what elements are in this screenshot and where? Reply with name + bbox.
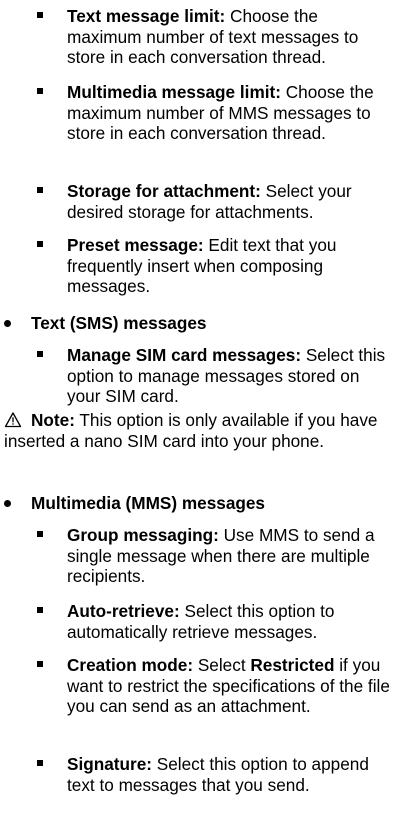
list-item-multimedia-message-limit: Multimedia message limit: Choose the max… xyxy=(37,82,392,144)
note-block: Note: This option is only available if y… xyxy=(4,410,394,451)
item-emphasis: Restricted xyxy=(250,655,335,675)
list-item-preset-message: Preset message: Edit text that you frequ… xyxy=(37,235,392,297)
round-bullet-icon xyxy=(4,500,11,507)
square-bullet-icon xyxy=(37,12,43,18)
list-item-creation-mode: Creation mode: Select Restricted if you … xyxy=(37,655,392,717)
list-item-group-messaging: Group messaging: Use MMS to send a singl… xyxy=(37,525,392,587)
square-bullet-icon xyxy=(37,88,43,94)
square-bullet-icon xyxy=(37,661,43,667)
section-heading-mms: Multimedia (MMS) messages xyxy=(4,493,391,514)
list-item-manage-sim-card-messages: Manage SIM card messages: Select this op… xyxy=(37,345,392,407)
item-term: Group messaging: xyxy=(67,525,219,545)
list-item-signature: Signature: Select this option to append … xyxy=(37,754,392,795)
item-term: Manage SIM card messages: xyxy=(67,345,302,365)
item-term: Storage for attachment: xyxy=(67,181,261,201)
square-bullet-icon xyxy=(37,241,43,247)
item-term: Multimedia message limit: xyxy=(67,82,281,102)
item-term: Text message limit: xyxy=(67,6,226,26)
square-bullet-icon xyxy=(37,351,43,357)
list-item-text-message-limit: Text message limit: Choose the maximum n… xyxy=(37,6,392,68)
note-label: Note: xyxy=(31,410,75,430)
item-term: Signature: xyxy=(67,754,152,774)
section-heading-sms: Text (SMS) messages xyxy=(4,313,391,334)
item-term: Creation mode: xyxy=(67,655,194,675)
list-item-storage-for-attachment: Storage for attachment: Select your desi… xyxy=(37,181,392,222)
square-bullet-icon xyxy=(37,531,43,537)
warning-triangle-icon xyxy=(4,412,22,428)
manual-page: Text message limit: Choose the maximum n… xyxy=(0,0,401,825)
item-term: Auto-retrieve: xyxy=(67,601,180,621)
list-item-auto-retrieve: Auto-retrieve: Select this option to aut… xyxy=(37,601,392,642)
item-desc: Select xyxy=(193,655,251,675)
square-bullet-icon xyxy=(37,760,43,766)
round-bullet-icon xyxy=(4,320,11,327)
item-term: Preset message: xyxy=(67,235,204,255)
square-bullet-icon xyxy=(37,187,43,193)
square-bullet-icon xyxy=(37,607,43,613)
